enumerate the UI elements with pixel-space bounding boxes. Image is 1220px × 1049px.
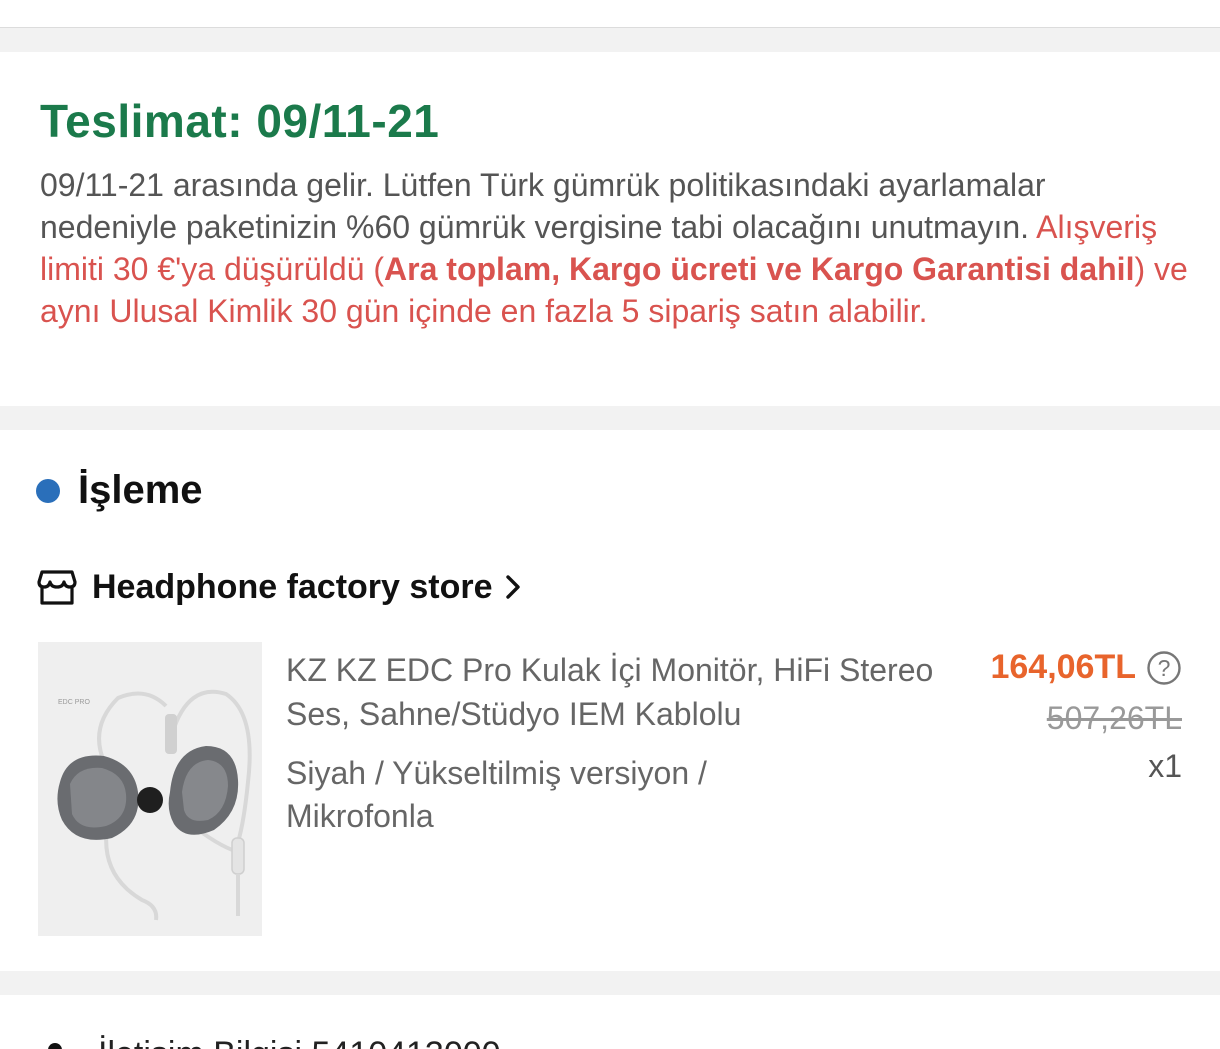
delivery-notice: 09/11-21 arasında gelir. Lütfen Türk güm… — [40, 164, 1190, 332]
chevron-right-icon — [505, 575, 520, 599]
contact-info-text: İletişim Bilgisi 5410413000 — [98, 1035, 501, 1049]
image-brand-label: EDC PRO — [58, 699, 90, 706]
svg-text:?: ? — [1158, 655, 1171, 681]
store-icon — [37, 570, 77, 605]
order-status: İşleme — [36, 468, 203, 513]
person-icon — [48, 1042, 62, 1049]
delivery-card: Teslimat: 09/11-21 09/11-21 arasında gel… — [0, 52, 1220, 406]
delivery-title: Teslimat: 09/11-21 — [40, 95, 440, 147]
store-name: Headphone factory store — [92, 567, 493, 606]
contact-info-card: İletişim Bilgisi 5410413000 — [0, 995, 1220, 1049]
original-price: 507,26TL — [1046, 700, 1182, 736]
delivery-notice-text: 09/11-21 arasında gelir. Lütfen Türk güm… — [40, 167, 1046, 245]
earphone-image: EDC PRO — [38, 642, 262, 936]
status-dot-icon — [36, 478, 60, 503]
product-price: 164,06TL — [990, 648, 1136, 686]
product-title[interactable]: KZ KZ EDC Pro Kulak İçi Monitör, HiFi St… — [286, 648, 946, 736]
price-row: 164,06TL ? — [990, 648, 1182, 687]
product-image[interactable]: EDC PRO — [38, 642, 262, 936]
contact-info-row: İletişim Bilgisi 5410413000 — [40, 1035, 501, 1049]
top-card-edge — [0, 0, 1220, 28]
question-circle-icon[interactable]: ? — [1146, 650, 1182, 686]
status-label: İşleme — [78, 468, 203, 512]
order-card: İşleme Headphone factory store EDC PRO K… — [0, 430, 1220, 971]
limit-warning-bold: Ara toplam, Kargo ücreti ve Kargo Garant… — [384, 251, 1135, 287]
store-link[interactable]: Headphone factory store — [36, 566, 521, 608]
product-variant: Siyah / Yükseltilmiş versiyon / Mikrofon… — [286, 755, 707, 834]
product-quantity: x1 — [1148, 748, 1182, 784]
